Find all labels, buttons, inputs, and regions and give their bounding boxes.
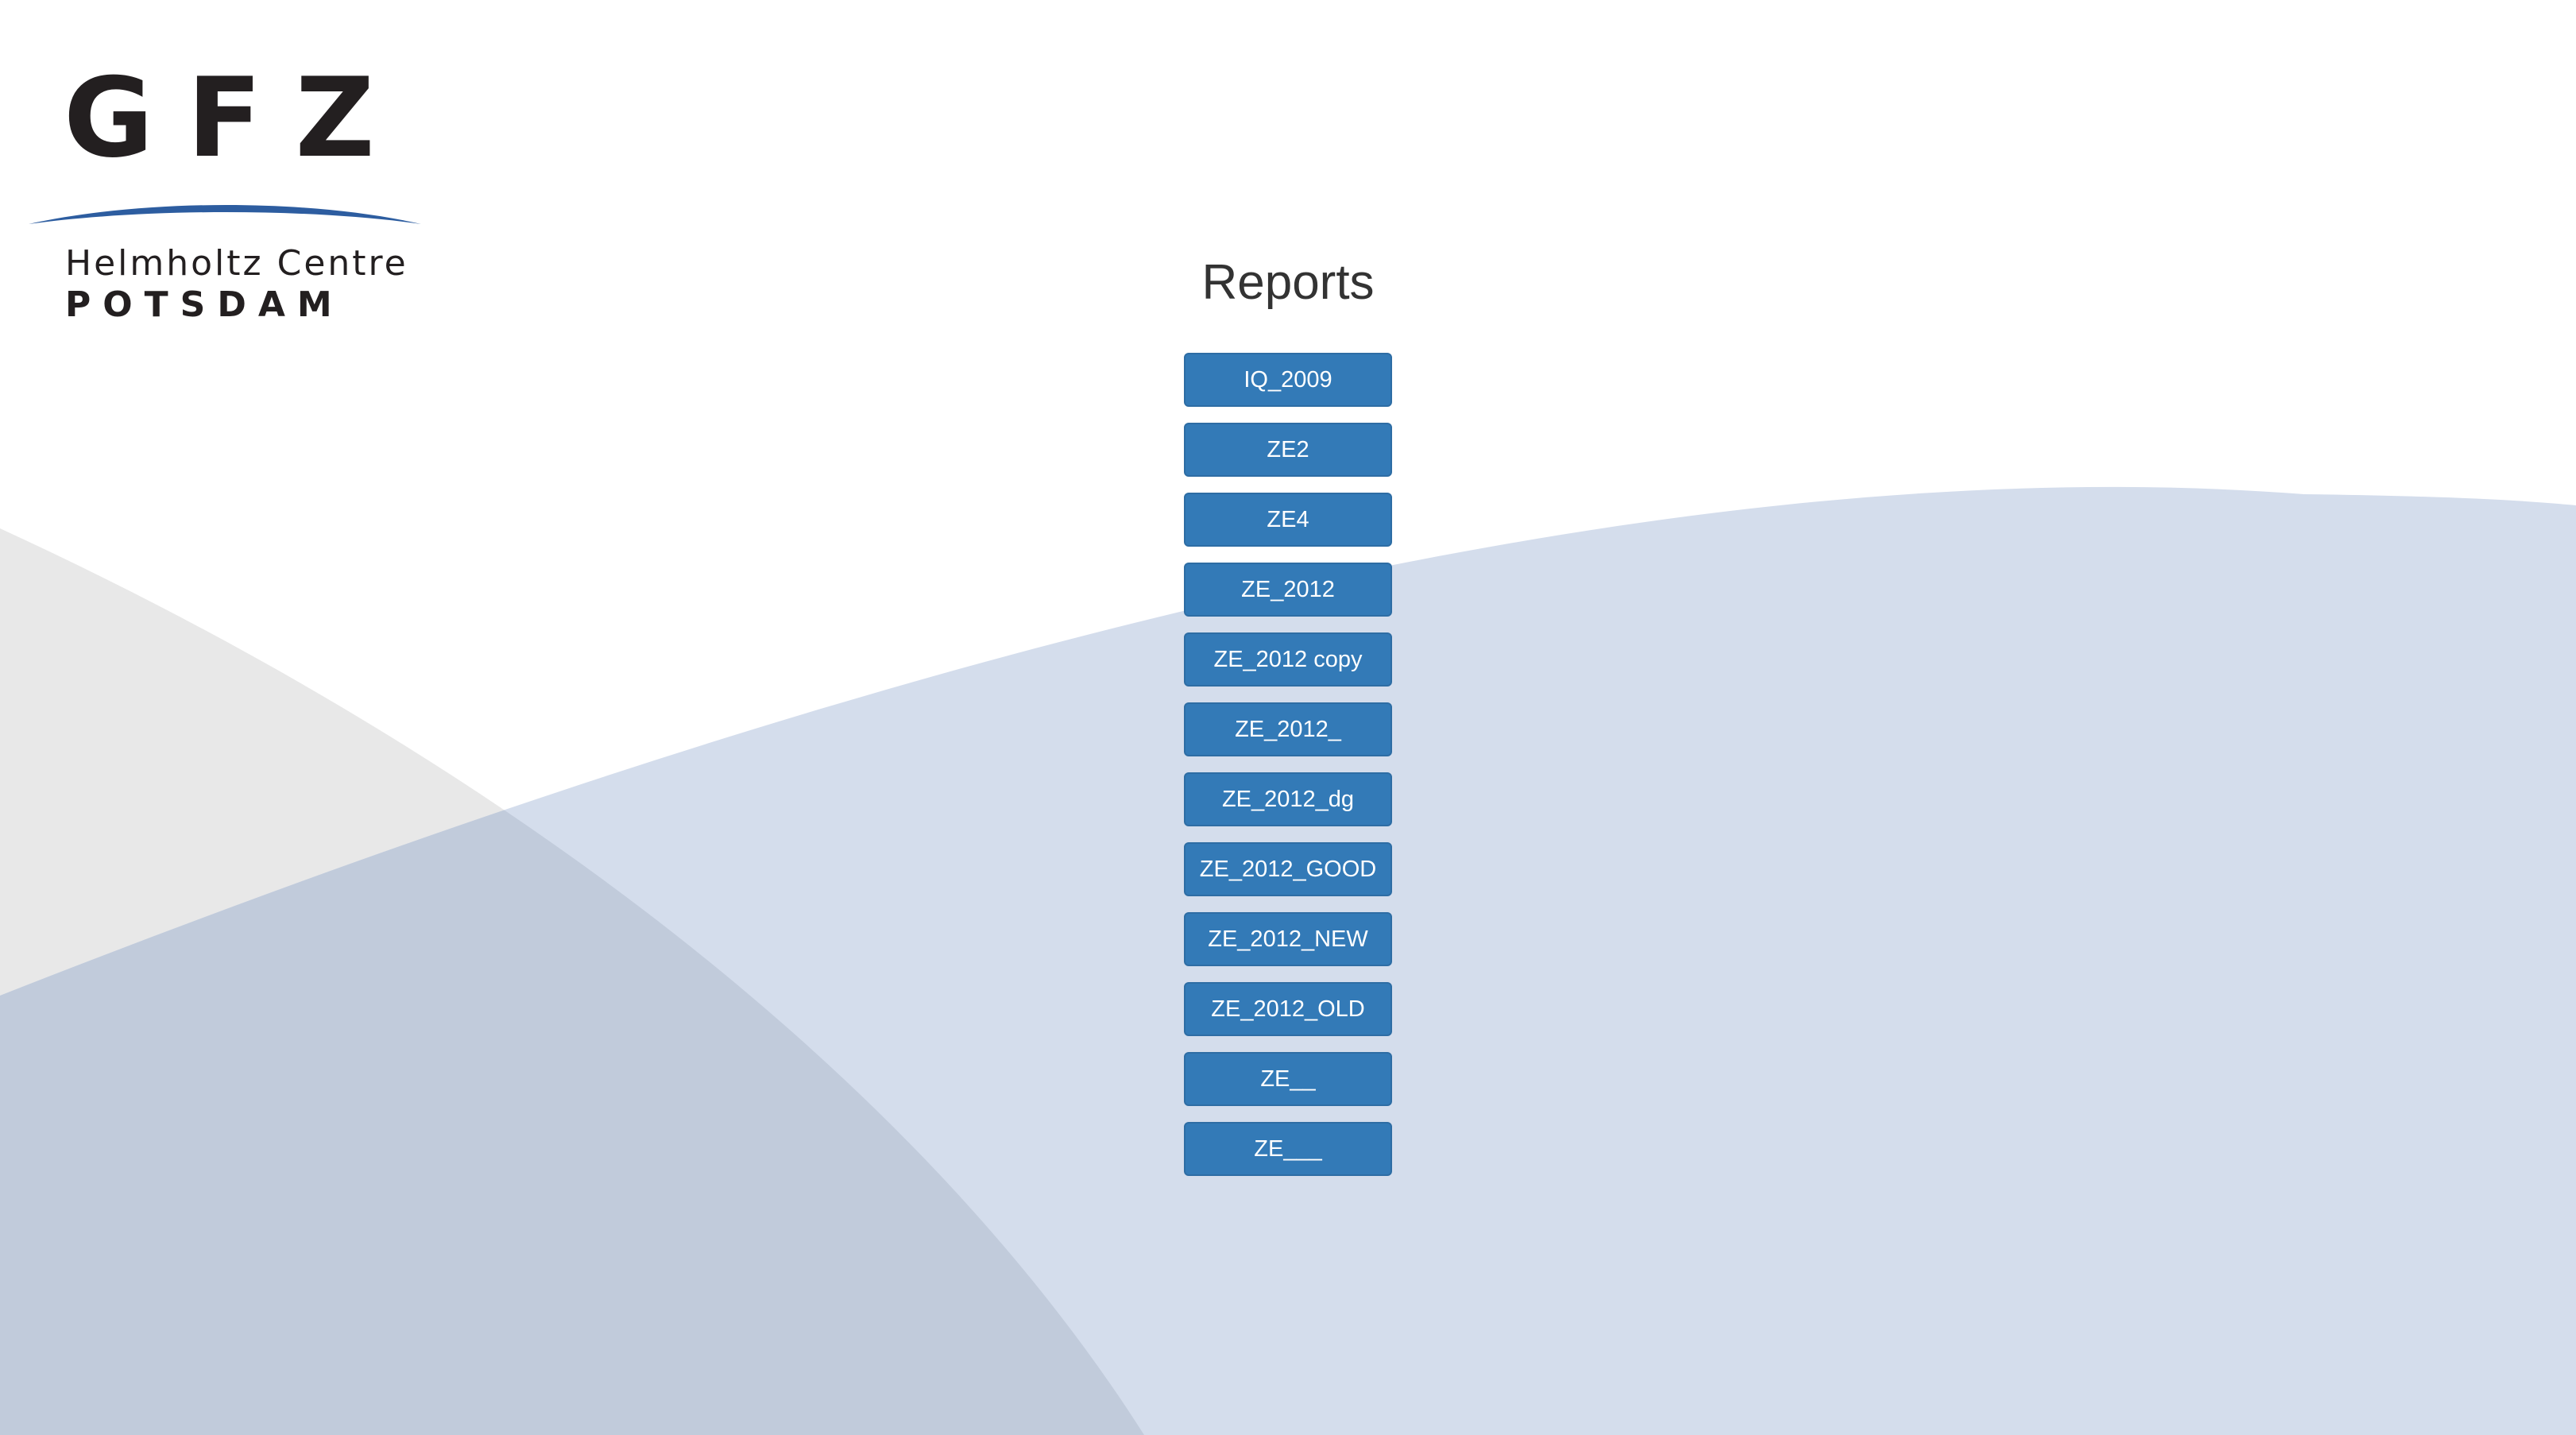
list-item: ZE__: [1184, 1052, 1392, 1122]
list-item: ZE2: [1184, 423, 1392, 493]
report-button[interactable]: ZE_2012_OLD: [1184, 982, 1392, 1036]
logo-letters: GFZ: [64, 54, 408, 182]
list-item: ZE_2012_NEW: [1184, 912, 1392, 982]
list-item: ZE_2012 copy: [1184, 632, 1392, 702]
report-button[interactable]: ZE_2012_GOOD: [1184, 842, 1392, 896]
list-item: ZE_2012_: [1184, 702, 1392, 772]
report-button[interactable]: ZE_2012_dg: [1184, 772, 1392, 826]
list-item: IQ_2009: [1184, 353, 1392, 423]
logo-arc: [29, 205, 421, 224]
list-item: ZE_2012: [1184, 563, 1392, 632]
list-item: ZE_2012_dg: [1184, 772, 1392, 842]
gfz-logo: GFZ Helmholtz Centre Potsdam: [24, 64, 429, 334]
logo-subtitle-line2: Potsdam: [65, 284, 344, 325]
list-item: ZE4: [1184, 493, 1392, 563]
list-item: ZE_2012_OLD: [1184, 982, 1392, 1052]
list-item: ZE___: [1184, 1122, 1392, 1192]
report-button[interactable]: ZE__: [1184, 1052, 1392, 1106]
report-button[interactable]: ZE_2012_NEW: [1184, 912, 1392, 966]
page-title: Reports: [1201, 255, 1375, 310]
list-item: ZE_2012_GOOD: [1184, 842, 1392, 912]
report-button[interactable]: ZE4: [1184, 493, 1392, 547]
report-button[interactable]: ZE_2012 copy: [1184, 632, 1392, 687]
page: GFZ Helmholtz Centre Potsdam Reports IQ_…: [0, 0, 2576, 1435]
report-button[interactable]: ZE___: [1184, 1122, 1392, 1176]
report-button[interactable]: ZE2: [1184, 423, 1392, 477]
logo-subtitle-line1: Helmholtz Centre: [65, 243, 408, 284]
report-button[interactable]: ZE_2012: [1184, 563, 1392, 617]
report-list: IQ_2009 ZE2 ZE4 ZE_2012 ZE_2012 copy ZE_…: [1184, 353, 1392, 1192]
report-button[interactable]: ZE_2012_: [1184, 702, 1392, 756]
report-button[interactable]: IQ_2009: [1184, 353, 1392, 407]
